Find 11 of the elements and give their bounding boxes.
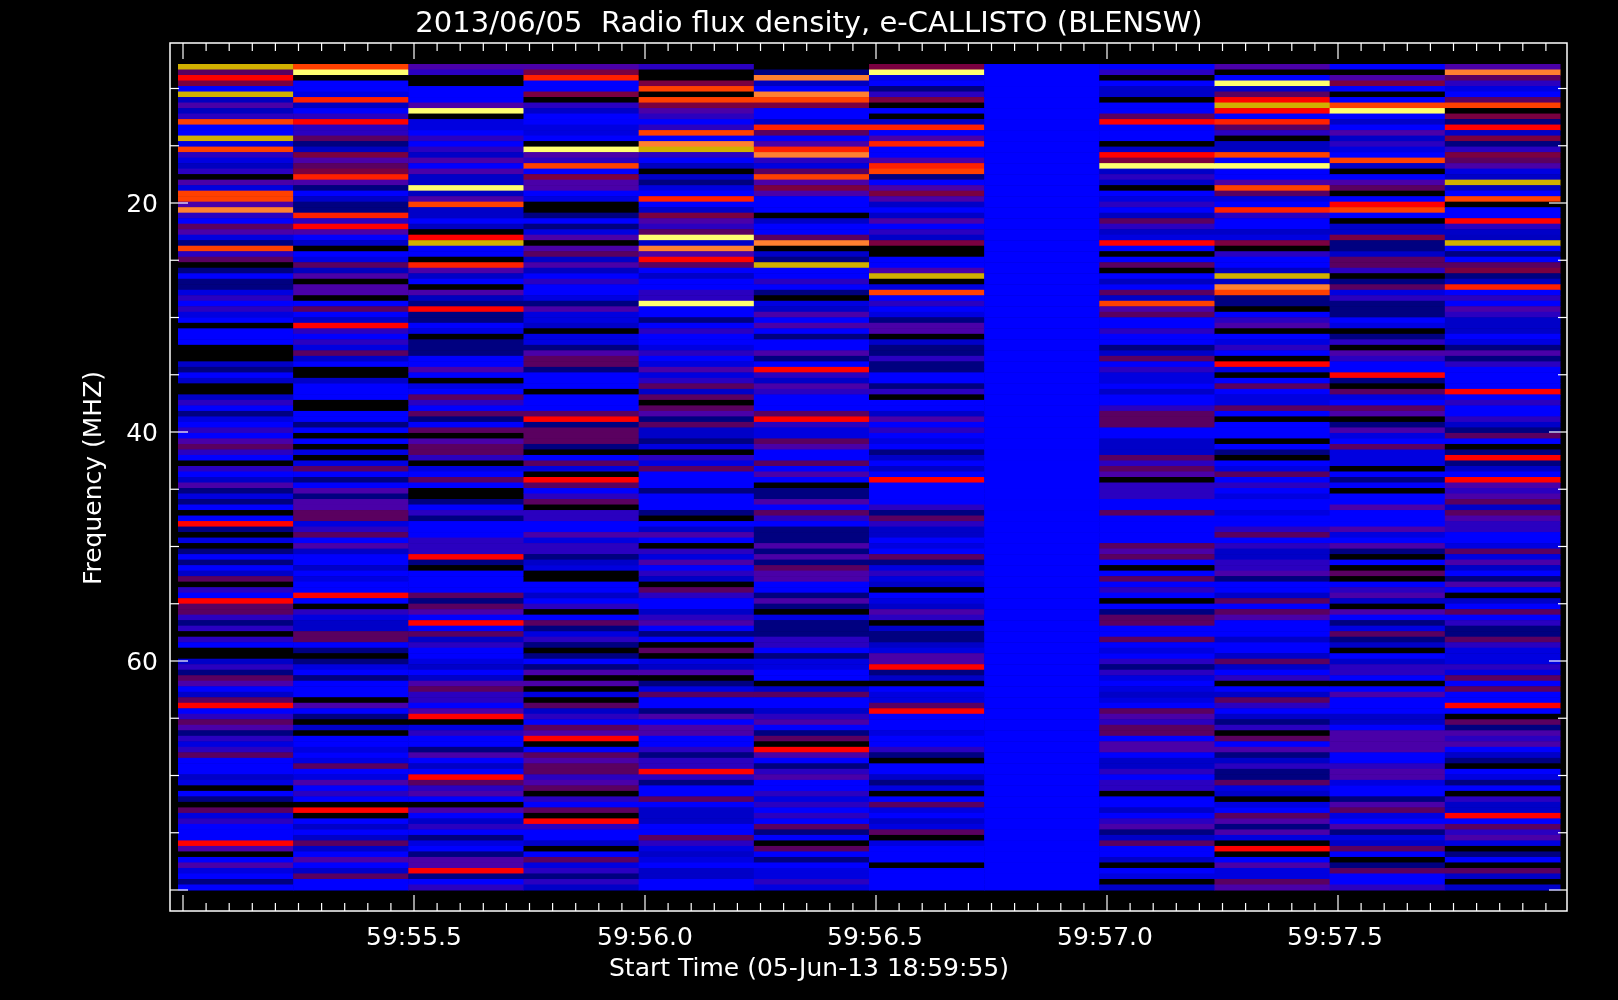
axis-tick-label: 59:57.5: [1287, 922, 1383, 951]
axis-tick-label: 60: [126, 647, 158, 676]
axis-title: Start Time (05-Jun-13 18:59:55): [609, 953, 1009, 982]
axis-tick-label: 59:55.5: [366, 922, 462, 951]
axis-tick-label: 40: [126, 418, 158, 447]
axis-tick-label: 59:56.0: [597, 922, 693, 951]
chart-title: 2013/06/05 Radio flux density, e-CALLISTO (BLENSW): [415, 5, 1203, 39]
axis-title: Frequency (MHZ): [78, 370, 107, 586]
axis-tick-label: 59:56.5: [827, 922, 923, 951]
axis-tick-label: 59:57.0: [1057, 922, 1153, 951]
axis-tick-label: 20: [126, 189, 158, 218]
